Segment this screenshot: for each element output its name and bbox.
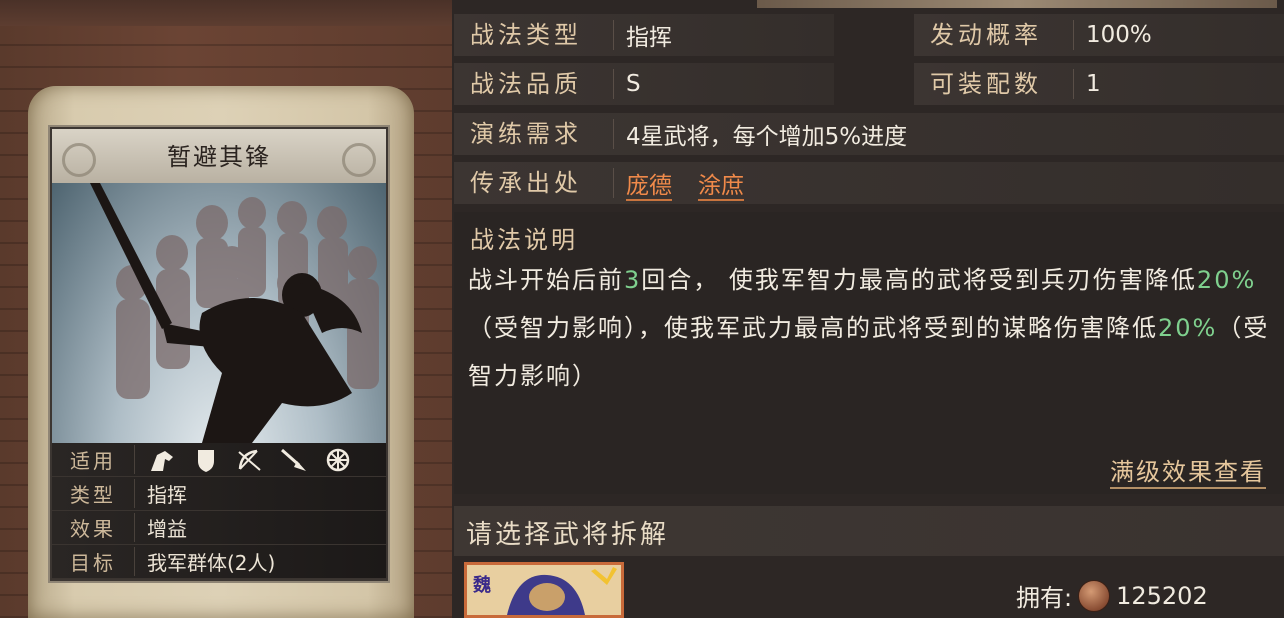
top-trim (757, 0, 1277, 8)
tactic-artwork (52, 183, 386, 443)
soldier-silhouette-art (90, 183, 379, 443)
drill-field: 演练需求 4星武将，每个增加5%进度 (454, 113, 1284, 155)
tactic-card: 暂避其锋 适用 类型 指挥 效果 增益 目标 我军群体(2人) (50, 127, 388, 581)
applicable-label: 适用 (52, 445, 135, 474)
target-label: 目标 (52, 547, 135, 576)
slots-field: 可装配数 1 (914, 63, 1284, 105)
tactic-type-value: 指挥 (626, 25, 672, 51)
quality-field: 战法品质 S (454, 63, 834, 105)
effect-value: 增益 (147, 517, 187, 541)
wheel-icon (326, 448, 350, 471)
applicable-row: 适用 (52, 443, 386, 477)
highlight-value: 3 (624, 266, 642, 294)
origin-general-link[interactable]: 涂庶 (698, 173, 744, 201)
max-level-effect-link[interactable]: 满级效果查看 (1110, 452, 1266, 489)
card-header: 暂避其锋 (52, 129, 386, 183)
quality-label: 战法品质 (454, 69, 614, 99)
slots-label: 可装配数 (914, 69, 1074, 99)
trigger-prob-value: 100% (1086, 22, 1152, 48)
wood-top-trim (0, 0, 452, 26)
trigger-prob-field: 发动概率 100% (914, 14, 1284, 56)
origin-field: 传承出处 庞德 涂庶 (454, 162, 1284, 204)
effect-row: 效果 增益 (52, 511, 386, 545)
card-title: 暂避其锋 (167, 143, 271, 171)
origin-generals: 庞德 涂庶 (614, 166, 770, 201)
type-value: 指挥 (147, 483, 187, 507)
coin-icon (1078, 579, 1111, 612)
disassemble-title: 请选择武将拆解 (466, 520, 670, 550)
trigger-prob-label: 发动概率 (914, 20, 1074, 50)
type-row: 类型 指挥 (52, 477, 386, 511)
slots-value: 1 (1086, 71, 1101, 97)
disassemble-section-header: 请选择武将拆解 (454, 506, 1284, 556)
unit-type-icons (135, 447, 353, 473)
origin-general-link[interactable]: 庞德 (626, 173, 672, 201)
general-select-card[interactable]: 魏 (464, 562, 624, 618)
own-label: 拥有: (1016, 584, 1073, 612)
description-title: 战法说明 (470, 226, 578, 254)
type-label: 类型 (52, 479, 135, 508)
quality-value: S (626, 71, 641, 97)
faction-badge: 魏 (473, 575, 491, 596)
own-value: 125202 (1116, 581, 1208, 610)
spear-icon (281, 448, 306, 471)
highlight-value: 20% (1196, 266, 1257, 294)
highlight-value: 20% (1158, 314, 1218, 342)
origin-label: 传承出处 (454, 168, 614, 198)
shield-icon (198, 449, 214, 472)
target-value: 我军群体(2人) (147, 551, 276, 575)
drill-value: 4星武将，每个增加5%进度 (626, 124, 908, 150)
description-text: 战斗开始后前3回合， 使我军智力最高的武将受到兵刃伤害降低20%（受智力影响），… (468, 266, 1270, 390)
tactic-type-label: 战法类型 (454, 20, 614, 50)
cavalry-icon (151, 450, 173, 471)
owned-count: 拥有: 125202 (1016, 578, 1208, 613)
drill-label: 演练需求 (454, 119, 614, 149)
effect-label: 效果 (52, 513, 135, 542)
target-row: 目标 我军群体(2人) (52, 545, 386, 579)
tactic-type-field: 战法类型 指挥 (454, 14, 834, 56)
bow-icon (238, 449, 261, 471)
card-info-rows: 适用 类型 指挥 效果 增益 目标 我军群体(2人) (52, 443, 386, 579)
description-box: 战法说明 战斗开始后前3回合， 使我军智力最高的武将受到兵刃伤害降低20%（受智… (454, 212, 1284, 494)
